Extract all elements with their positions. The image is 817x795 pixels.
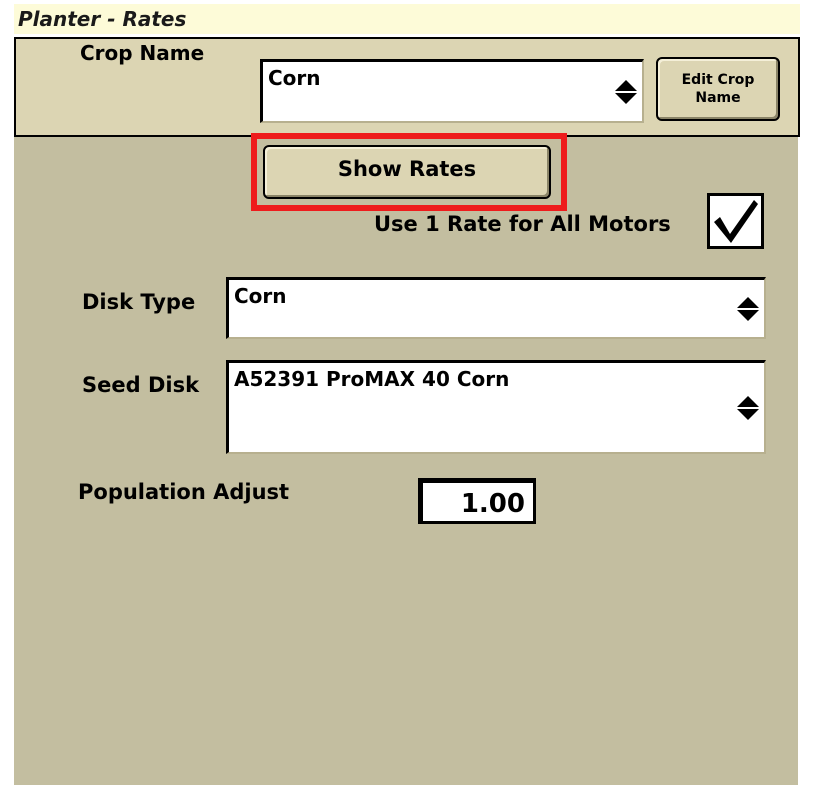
crop-name-label: Crop Name bbox=[80, 41, 205, 65]
crop-name-panel: Crop Name Corn Edit Crop Name bbox=[14, 37, 800, 137]
window-title: Planter - Rates bbox=[18, 7, 187, 31]
seed-disk-label: Seed Disk bbox=[82, 373, 200, 397]
population-adjust-label: Population Adjust bbox=[78, 480, 290, 504]
use-one-rate-label: Use 1 Rate for All Motors bbox=[374, 212, 671, 236]
crop-name-spinner-icon[interactable] bbox=[610, 62, 642, 121]
crop-name-value: Corn bbox=[268, 66, 321, 90]
title-bar: Planter - Rates bbox=[14, 4, 800, 34]
edit-crop-name-line2: Name bbox=[695, 90, 741, 106]
disk-type-select[interactable]: Corn bbox=[226, 277, 766, 339]
edit-crop-name-button[interactable]: Edit Crop Name bbox=[656, 57, 780, 121]
disk-type-spinner-icon[interactable] bbox=[732, 280, 764, 337]
highlight-box bbox=[251, 133, 567, 211]
seed-disk-value: A52391 ProMAX 40 Corn bbox=[234, 367, 510, 391]
population-adjust-field[interactable]: 1.00 bbox=[418, 478, 536, 524]
disk-type-value: Corn bbox=[234, 284, 287, 308]
seed-disk-spinner-icon[interactable] bbox=[732, 363, 764, 452]
seed-disk-select[interactable]: A52391 ProMAX 40 Corn bbox=[226, 360, 766, 454]
checkmark-icon bbox=[714, 200, 758, 243]
crop-name-select[interactable]: Corn bbox=[260, 59, 644, 123]
edit-crop-name-line1: Edit Crop bbox=[681, 72, 755, 88]
use-one-rate-checkbox[interactable] bbox=[707, 193, 764, 249]
disk-type-label: Disk Type bbox=[82, 290, 196, 314]
